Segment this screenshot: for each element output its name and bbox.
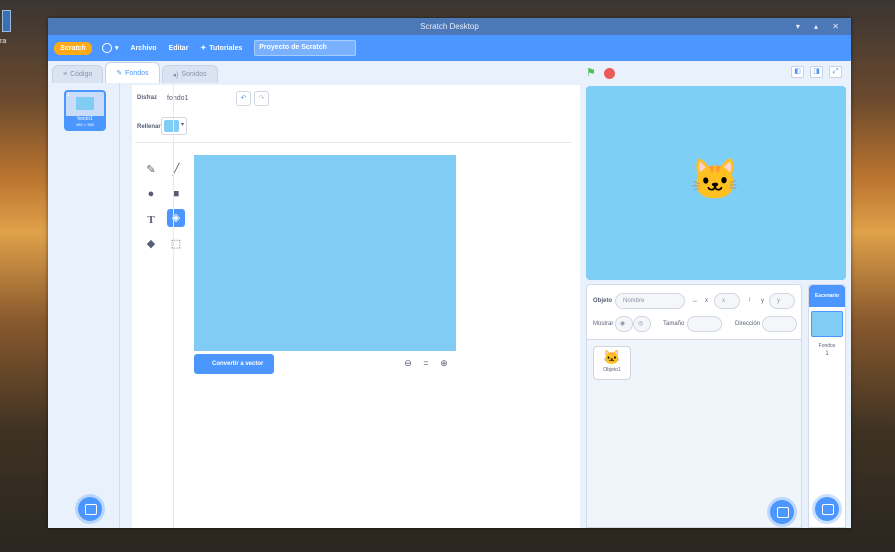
green-flag-icon[interactable]: ⚑ — [586, 66, 596, 79]
stage-thumbnail — [811, 311, 843, 337]
x-input[interactable]: x — [714, 293, 740, 309]
brush-tool[interactable]: ✎ — [142, 161, 160, 179]
costume-name-input[interactable]: fondo1 — [160, 91, 220, 106]
tab-code[interactable]: ≡ Código — [52, 65, 104, 83]
costume-number: 1 — [67, 92, 70, 98]
large-stage-icon[interactable]: ◨ — [810, 66, 823, 78]
sprite-name-input[interactable]: Nombre — [615, 293, 685, 309]
stage-selector[interactable]: Escenario Fondos 1 — [808, 284, 846, 528]
desktop-label: ra — [0, 38, 7, 45]
tab-sounds-label: Sonidos — [181, 71, 207, 78]
menu-archivo[interactable]: Archivo — [131, 45, 157, 52]
size-input[interactable] — [687, 316, 722, 332]
costume-thumbnail — [76, 97, 94, 110]
add-backdrop-button[interactable] — [78, 497, 102, 521]
circle-tool[interactable]: ● — [142, 185, 160, 203]
tab-backdrops-label: Fondos — [125, 69, 149, 77]
tab-sounds[interactable]: ◂) Sonidos — [161, 65, 218, 83]
eraser-tool[interactable]: ◆ — [142, 235, 160, 253]
stage-selector-header: Escenario — [809, 285, 845, 307]
y-label: y — [761, 298, 764, 304]
chevron-down-icon: ▾ — [180, 122, 184, 128]
bitmap-canvas[interactable] — [194, 155, 456, 351]
fill-label: Rellenar — [137, 124, 161, 130]
divider — [135, 142, 572, 143]
backdrops-count: 1 — [825, 351, 829, 357]
zoom-in-icon[interactable]: ⊕ — [436, 355, 452, 371]
costume-tile[interactable]: 1 fondo1 480 × 360 — [64, 90, 106, 131]
backdrops-label: Fondos — [818, 343, 836, 349]
window-controls[interactable]: ▾ ▴ ✕ — [796, 18, 845, 35]
brush-icon: ✎ — [116, 70, 123, 77]
cat-sprite-icon: 🐱 — [603, 349, 621, 365]
tab-code-label: Código — [70, 71, 93, 78]
text-tool[interactable]: T — [142, 211, 160, 229]
x-arrow-icon: ↔ — [692, 298, 698, 304]
add-sprite-button[interactable] — [770, 500, 794, 524]
redo-button[interactable]: ↷ — [254, 91, 269, 106]
sprite-label: Objeto — [593, 298, 612, 304]
sprite-list: 🐱 Objeto1 — [586, 340, 802, 528]
y-arrow-icon: ↕ — [748, 297, 751, 303]
menu-tutoriales[interactable]: ✦ Tutoriales — [200, 44, 243, 53]
project-title-input[interactable]: Proyecto de Scratch — [254, 40, 357, 56]
convert-to-vector-button[interactable]: Convertir a vector — [194, 354, 274, 374]
small-stage-icon[interactable]: ◧ — [791, 66, 804, 78]
costume-size: 480 × 360 — [66, 122, 104, 129]
chevron-down-icon: ▾ — [115, 45, 119, 52]
menu-tutoriales-label: Tutoriales — [209, 44, 243, 52]
hide-button[interactable]: ◎ — [633, 316, 651, 332]
window-title: Scratch Desktop — [420, 22, 479, 31]
x-label: x — [705, 298, 708, 304]
stage[interactable]: 🐱 — [586, 86, 846, 280]
code-icon: ≡ — [63, 71, 68, 78]
stage-header: ⚑ ◧ ◨ ⤢ — [586, 66, 851, 84]
y-input[interactable]: y — [769, 293, 795, 309]
costume-name-label: Disfraz — [137, 95, 158, 101]
size-label: Tamaño — [663, 321, 685, 327]
language-menu[interactable]: ▾ — [102, 43, 119, 53]
add-stage-backdrop-button[interactable] — [815, 497, 839, 521]
fullscreen-icon[interactable]: ⤢ — [829, 66, 842, 78]
show-label: Mostrar — [593, 321, 614, 327]
globe-icon — [102, 43, 112, 53]
direction-input[interactable] — [762, 316, 797, 332]
menu-bar: Scratch ▾ Archivo Editar ✦ Tutoriales Pr… — [48, 35, 851, 61]
stop-icon[interactable] — [604, 68, 615, 79]
sprite-info-panel: Objeto Nombre ↔ x x ↕ y y Mostrar ◉ ◎ Ta… — [586, 284, 802, 340]
desktop-folder-icon[interactable] — [2, 10, 11, 32]
menu-editar[interactable]: Editar — [169, 45, 189, 52]
cat-sprite-icon[interactable]: 🐱 — [690, 156, 740, 203]
show-visible-button[interactable]: ◉ — [615, 316, 633, 332]
sprite-name: Objeto1 — [603, 367, 621, 373]
tools-divider — [173, 85, 178, 528]
scratch-window: Scratch Desktop ▾ ▴ ✕ Scratch ▾ Archivo … — [48, 18, 851, 528]
zoom-reset-button[interactable]: = — [418, 355, 434, 371]
title-bar: Scratch Desktop ▾ ▴ ✕ — [48, 18, 851, 35]
lightbulb-icon: ✦ — [200, 45, 207, 52]
scratch-logo[interactable]: Scratch — [54, 41, 92, 55]
sprite-tile[interactable]: 🐱 Objeto1 — [593, 346, 631, 380]
paint-editor: Disfraz fondo1 ↶ ↷ Rellenar ▾ ✎ ╱ ● ■ T … — [132, 85, 580, 528]
editor-tabs: ≡ Código ✎ Fondos ◂) Sonidos — [48, 61, 220, 83]
speaker-icon: ◂) — [172, 71, 179, 79]
direction-label: Dirección — [735, 321, 761, 327]
zoom-out-icon[interactable]: ⊖ — [400, 355, 416, 371]
undo-button[interactable]: ↶ — [236, 91, 251, 106]
costume-list: 1 fondo1 480 × 360 — [48, 83, 120, 528]
tab-backdrops[interactable]: ✎ Fondos — [105, 62, 160, 83]
